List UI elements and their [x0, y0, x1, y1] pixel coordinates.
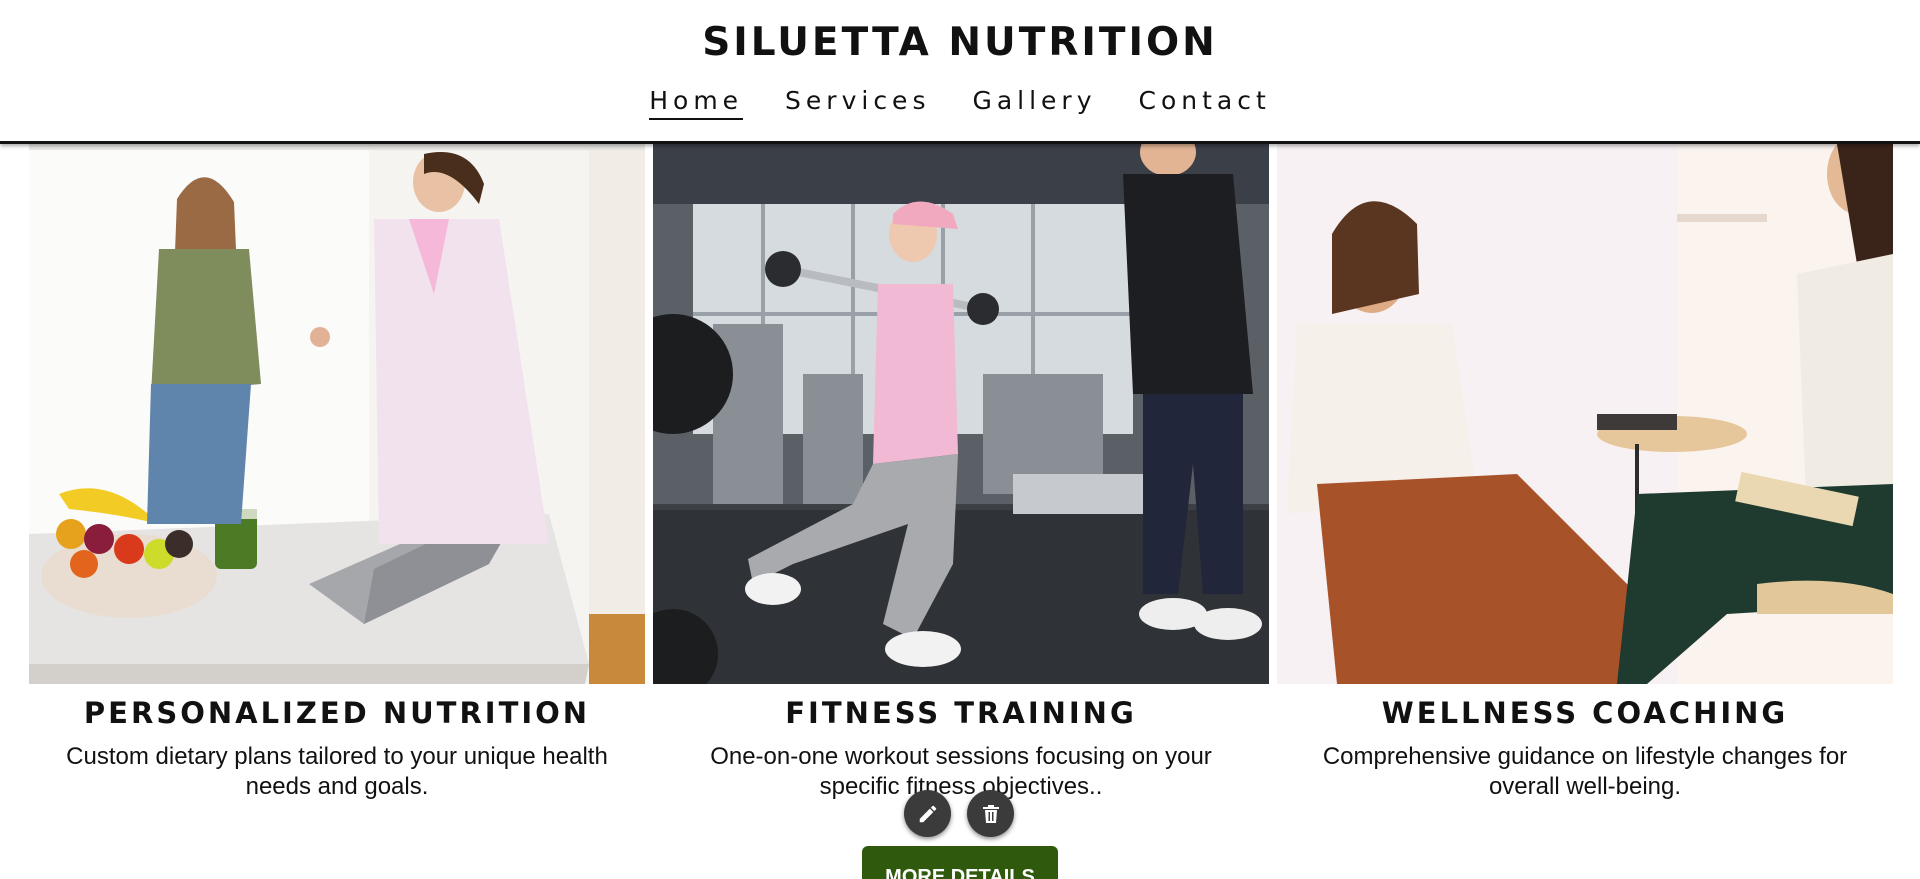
service-description: Comprehensive guidance on lifestyle chan… — [1322, 743, 1848, 800]
service-card-nutrition: PERSONALIZED NUTRITION Custom dietary pl… — [29, 144, 645, 802]
nav-services[interactable]: Services — [785, 86, 930, 120]
gym-training-photo — [653, 144, 1269, 684]
service-card-wellness: WELLNESS COACHING Comprehensive guidance… — [1277, 144, 1893, 802]
site-title: SILUETTA NUTRITION — [702, 20, 1218, 65]
pencil-icon — [919, 805, 936, 822]
main-nav: Home Services Gallery Contact — [0, 86, 1920, 120]
service-title: PERSONALIZED NUTRITION — [83, 696, 591, 730]
service-description: One-on-one workout sessions focusing on … — [710, 743, 1212, 800]
more-details-button[interactable]: MORE DETAILS — [862, 846, 1058, 879]
trash-icon — [982, 804, 999, 823]
service-title: WELLNESS COACHING — [1381, 696, 1789, 730]
service-description: Custom dietary plans tailored to your un… — [66, 743, 608, 800]
nav-contact[interactable]: Contact — [1139, 86, 1271, 120]
service-card-fitness: FITNESS TRAINING One-on-one workout sess… — [653, 144, 1269, 802]
site-header: SILUETTA NUTRITION Home Services Gallery… — [0, 0, 1920, 144]
service-title: FITNESS TRAINING — [785, 696, 1137, 730]
page: SILUETTA NUTRITION Home Services Gallery… — [0, 0, 1920, 879]
delete-button[interactable] — [967, 790, 1014, 837]
edit-button[interactable] — [904, 790, 951, 837]
services-grid: PERSONALIZED NUTRITION Custom dietary pl… — [29, 144, 1893, 802]
nav-home[interactable]: Home — [649, 86, 744, 120]
nav-gallery[interactable]: Gallery — [972, 86, 1096, 120]
nutritionist-consultation-photo — [29, 144, 645, 684]
coaching-session-photo — [1277, 144, 1893, 684]
